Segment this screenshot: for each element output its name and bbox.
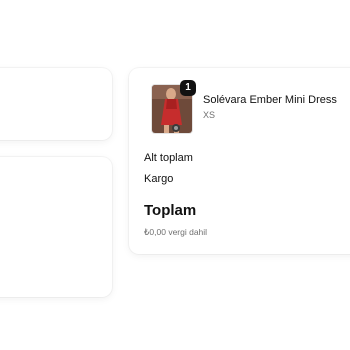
quantity-badge: 1 <box>180 80 196 96</box>
product-name: Solévara Ember Mini Dress <box>203 94 337 106</box>
total-label: Toplam <box>144 202 197 219</box>
cart-line-item: 1 Solévara Ember Mini Dress XS <box>151 80 350 134</box>
delivery-section-card <box>0 157 112 297</box>
shipping-label: Kargo <box>144 173 174 185</box>
subtotal-label: Alt toplam <box>144 152 193 164</box>
contact-section-card <box>0 68 112 140</box>
order-summary-card: 1 Solévara Ember Mini Dress XS Alt topla… <box>129 68 350 254</box>
checkout-page: 1 Solévara Ember Mini Dress XS Alt topla… <box>0 0 350 350</box>
tax-included-note: ₺0,00 vergi dahil <box>144 227 208 237</box>
product-variant: XS <box>203 110 216 120</box>
